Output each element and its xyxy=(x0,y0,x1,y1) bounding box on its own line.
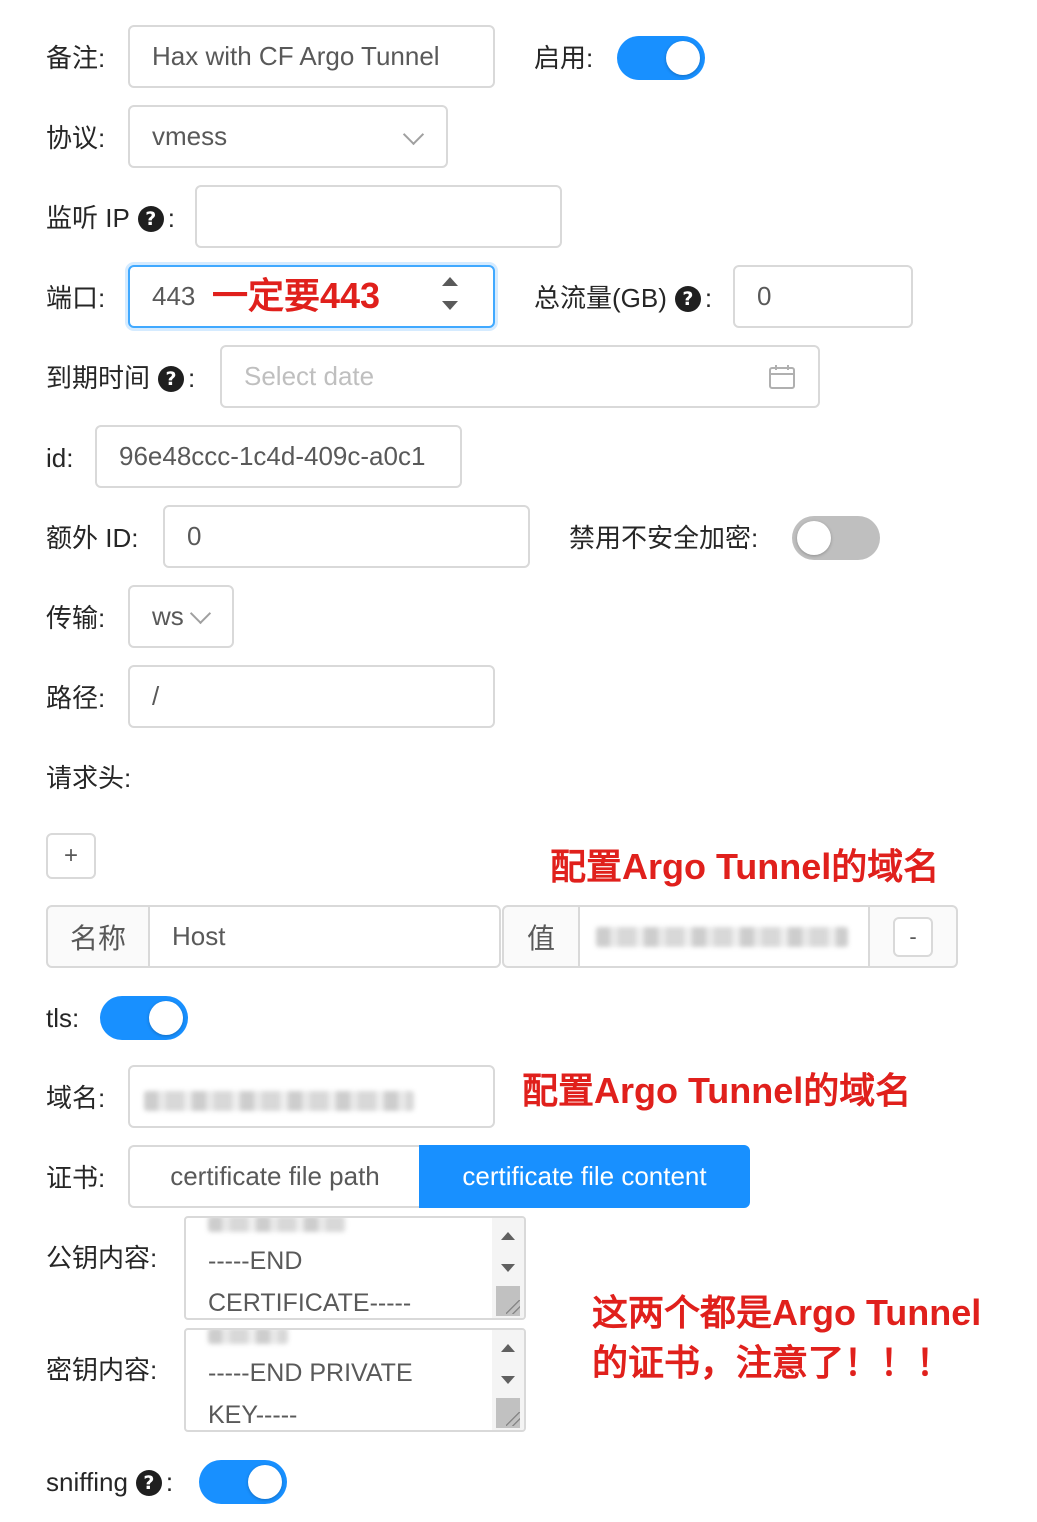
help-icon[interactable]: ? xyxy=(137,206,164,232)
protocol-label: 协议: xyxy=(46,123,106,153)
sniffing-switch[interactable] xyxy=(199,1460,287,1504)
scroll-down-icon[interactable] xyxy=(501,1376,515,1384)
public-key-text: -----END CERTIFICATE----- xyxy=(208,1247,412,1317)
cert-option-file-content-label: certificate file content xyxy=(462,1161,707,1191)
header-value-input[interactable] xyxy=(578,905,870,968)
resize-grip-icon[interactable] xyxy=(506,1412,520,1426)
chevron-down-icon xyxy=(189,602,212,625)
alter-id-value: 0 xyxy=(187,521,202,551)
transport-value: ws xyxy=(152,601,184,631)
step-up-icon[interactable] xyxy=(442,277,458,286)
host-annotation: 配置Argo Tunnel的域名 xyxy=(550,846,940,887)
chevron-down-icon xyxy=(402,123,425,146)
domain-label: 域名: xyxy=(46,1083,106,1113)
expiry-label: 到期时间?: xyxy=(46,361,195,395)
scroll-up-icon[interactable] xyxy=(501,1344,515,1352)
step-down-icon[interactable] xyxy=(442,301,458,310)
colon: : xyxy=(188,363,196,393)
header-name-addon: 名称 xyxy=(46,905,150,968)
private-key-text: -----END PRIVATE KEY----- xyxy=(208,1359,413,1429)
private-key-label: 密钥内容: xyxy=(46,1355,158,1385)
redacted-host-value xyxy=(596,927,848,947)
listen-ip-label-text: 监听 IP xyxy=(46,203,130,233)
resize-grip-icon[interactable] xyxy=(506,1300,520,1314)
sniffing-label-text: sniffing xyxy=(46,1467,128,1497)
total-traffic-input[interactable]: 0 xyxy=(733,265,913,328)
port-annotation: 一定要443 xyxy=(212,275,381,316)
redacted-cert-text xyxy=(208,1218,346,1232)
protocol-value: vmess xyxy=(152,121,228,151)
protocol-select[interactable]: vmess xyxy=(128,105,448,168)
tls-switch[interactable] xyxy=(100,996,188,1040)
expiry-date-picker[interactable]: Select date xyxy=(220,345,820,408)
remark-label: 备注: xyxy=(46,43,106,73)
id-label: id: xyxy=(46,443,74,473)
remove-header-label: - xyxy=(909,923,917,949)
domain-input[interactable] xyxy=(128,1065,495,1128)
header-remove-addon: - xyxy=(868,905,958,968)
port-value: 443 xyxy=(152,281,196,311)
help-icon[interactable]: ? xyxy=(674,286,701,312)
path-input[interactable]: / xyxy=(128,665,495,728)
total-traffic-label-text: 总流量(GB) xyxy=(534,283,667,313)
headers-label: 请求头: xyxy=(46,763,132,793)
alter-id-label: 额外 ID: xyxy=(46,523,139,553)
certificate-label: 证书: xyxy=(46,1163,106,1193)
calendar-icon xyxy=(769,365,795,389)
listen-ip-input[interactable] xyxy=(195,185,562,248)
enable-switch[interactable] xyxy=(617,36,705,80)
header-name-input[interactable]: Host xyxy=(148,905,501,968)
header-value-addon: 值 xyxy=(502,905,580,968)
private-key-textarea[interactable]: -----END PRIVATE KEY----- xyxy=(184,1328,526,1432)
remark-value: Hax with CF Argo Tunnel xyxy=(152,41,440,71)
enable-label: 启用: xyxy=(534,43,594,73)
transport-select[interactable]: ws xyxy=(128,585,234,648)
header-name-value: Host xyxy=(172,921,226,951)
add-header-label: + xyxy=(63,842,78,869)
alter-id-input[interactable]: 0 xyxy=(163,505,530,568)
listen-ip-label: 监听 IP?: xyxy=(46,201,175,235)
cert-annotation-line1: 这两个都是Argo Tunnel xyxy=(592,1292,982,1333)
header-value-addon-text: 值 xyxy=(526,922,555,954)
public-key-textarea[interactable]: -----END CERTIFICATE----- xyxy=(184,1216,526,1320)
domain-annotation: 配置Argo Tunnel的域名 xyxy=(522,1070,912,1111)
cert-option-file-path-label: certificate file path xyxy=(170,1161,380,1191)
expiry-label-text: 到期时间 xyxy=(46,363,151,393)
switch-knob xyxy=(248,1465,282,1499)
tls-label: tls: xyxy=(46,1003,80,1033)
colon: : xyxy=(167,203,176,233)
add-header-button[interactable]: + xyxy=(46,833,96,879)
scroll-down-icon[interactable] xyxy=(501,1264,515,1272)
cert-option-file-path[interactable]: certificate file path xyxy=(128,1145,420,1208)
colon: : xyxy=(165,1467,174,1497)
colon: : xyxy=(704,283,713,313)
total-traffic-value: 0 xyxy=(757,281,772,311)
switch-knob xyxy=(666,41,700,75)
remark-input[interactable]: Hax with CF Argo Tunnel xyxy=(128,25,495,88)
switch-knob xyxy=(149,1001,183,1035)
switch-knob xyxy=(797,521,831,555)
header-name-addon-text: 名称 xyxy=(69,922,126,954)
scroll-up-icon[interactable] xyxy=(501,1232,515,1240)
cert-option-file-content[interactable]: certificate file content xyxy=(419,1145,750,1208)
redacted-key-text xyxy=(208,1330,288,1344)
redacted-domain-value xyxy=(144,1091,414,1111)
transport-label: 传输: xyxy=(46,603,106,633)
sniffing-label: sniffing?: xyxy=(46,1465,173,1499)
public-key-label: 公钥内容: xyxy=(46,1243,158,1273)
help-icon[interactable]: ? xyxy=(158,366,185,392)
help-icon[interactable]: ? xyxy=(135,1470,162,1496)
id-value: 96e48ccc-1c4d-409c-a0c1 xyxy=(119,441,426,471)
expiry-placeholder: Select date xyxy=(244,361,375,391)
total-traffic-label: 总流量(GB)?: xyxy=(534,281,712,315)
cert-annotation-line2: 的证书，注意了！！！ xyxy=(592,1342,953,1383)
path-value: / xyxy=(152,681,160,711)
disable-insecure-switch[interactable] xyxy=(792,516,880,560)
port-label: 端口: xyxy=(46,283,106,313)
path-label: 路径: xyxy=(46,683,106,713)
id-input[interactable]: 96e48ccc-1c4d-409c-a0c1 xyxy=(95,425,462,488)
disable-insecure-label: 禁用不安全加密: xyxy=(569,523,759,553)
remove-header-button[interactable]: - xyxy=(893,916,933,957)
cert-annotation: 这两个都是Argo Tunnel 的证书，注意了！！！ xyxy=(592,1288,981,1388)
